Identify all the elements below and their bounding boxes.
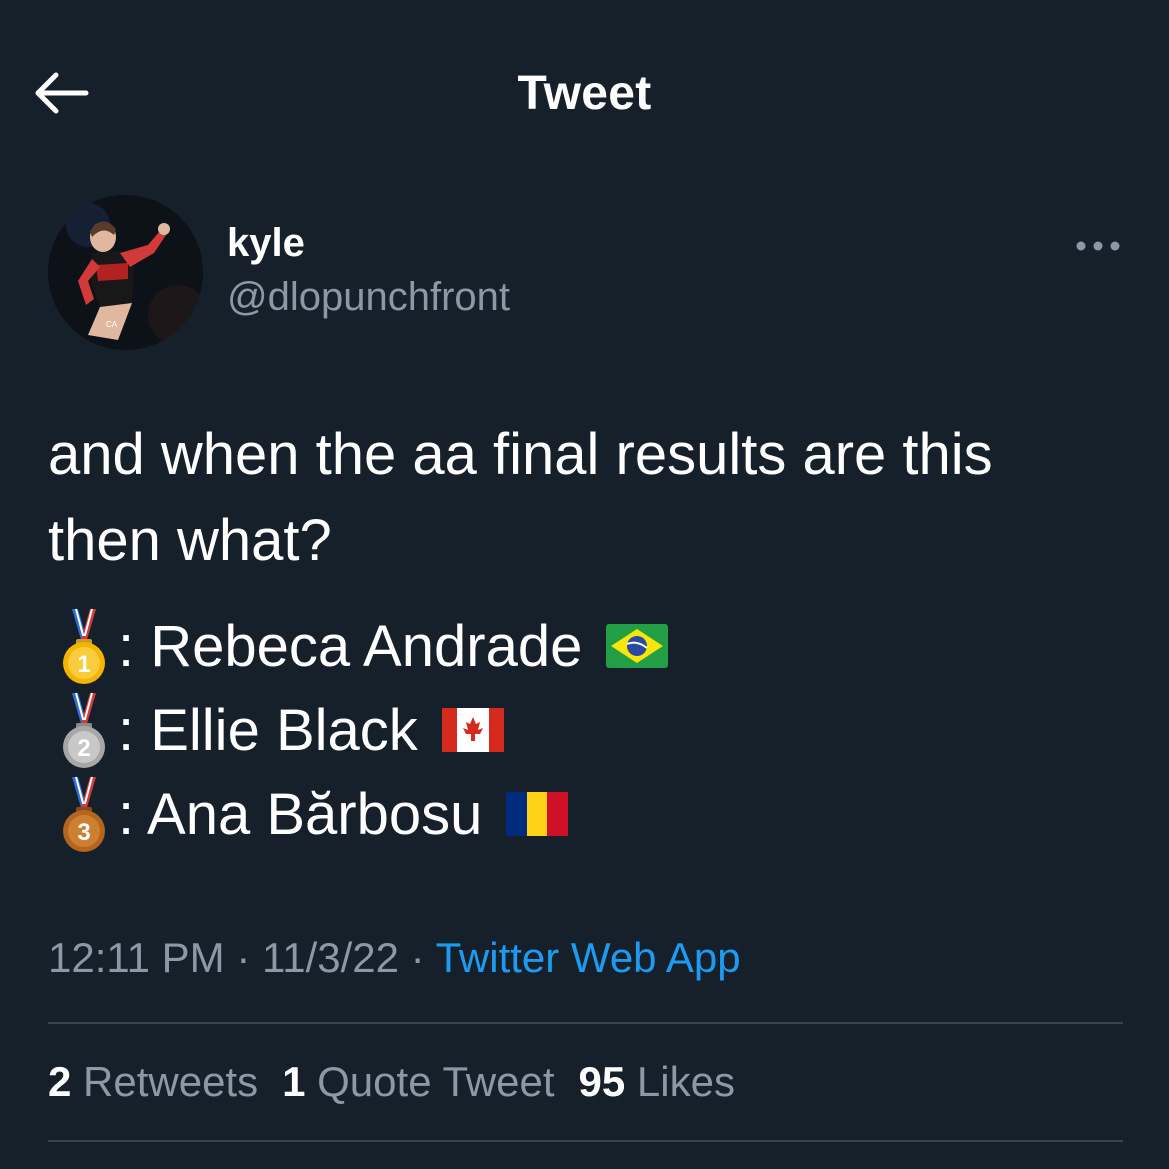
result-row-gold: 1 : Rebeca Andrade (48, 604, 1128, 688)
results-list: 1 : Rebeca Andrade 2: Ellie Black 3: A… (48, 604, 1128, 856)
quote-tweets-stat[interactable]: 1 Quote Tweet (282, 1058, 554, 1105)
likes-count: 95 (578, 1058, 626, 1105)
tweet-detail-page: Tweet CA kyle @dlopunchfront and when th… (0, 0, 1169, 1169)
tweet-time[interactable]: 12:11 PM (48, 934, 225, 981)
avatar-image: CA (48, 195, 203, 350)
result-row-silver: 2 : Ellie Black (48, 688, 1128, 772)
divider (48, 1140, 1123, 1142)
tweet-date[interactable]: 11/3/22 (262, 934, 399, 981)
brazil-flag-icon (606, 624, 669, 668)
divider (48, 1022, 1123, 1024)
2nd-place-medal-icon: 2 (58, 691, 110, 769)
quotes-count: 1 (282, 1058, 306, 1105)
canada-flag-icon (441, 708, 504, 752)
likes-label: Likes (625, 1058, 735, 1105)
tweet-source-link[interactable]: Twitter Web App (436, 934, 741, 981)
svg-text:CA: CA (106, 320, 118, 329)
svg-text:3: 3 (77, 819, 90, 846)
retweets-stat[interactable]: 2 Retweets (48, 1058, 258, 1105)
tweet-stats: 2 Retweets 1 Quote Tweet 95 Likes (48, 1058, 759, 1106)
more-options-button[interactable] (1073, 231, 1123, 261)
header: Tweet (0, 0, 1169, 185)
quotes-label: Quote Tweet (305, 1058, 555, 1105)
retweets-count: 2 (48, 1058, 72, 1105)
user-handle[interactable]: @dlopunchfront (227, 275, 510, 320)
page-title: Tweet (517, 67, 652, 120)
more-icon (1076, 241, 1120, 251)
meta-separator: · (224, 934, 262, 981)
likes-stat[interactable]: 95 Likes (579, 1058, 735, 1105)
svg-text:1: 1 (77, 651, 90, 678)
result-row-bronze: 3 : Ana Bărbosu (48, 772, 1128, 856)
result-text: : Rebeca Andrade (118, 613, 583, 679)
avatar[interactable]: CA (48, 195, 203, 350)
tweet-meta: 12:11 PM · 11/3/22 · Twitter Web App (48, 934, 741, 982)
romania-flag-icon (506, 792, 569, 836)
tweet-text-line: then what? (48, 508, 332, 573)
tweet-body: and when the aa final results are this t… (48, 412, 1128, 856)
svg-text:2: 2 (77, 735, 90, 762)
result-text: : Ana Bărbosu (118, 781, 483, 847)
retweets-label: Retweets (71, 1058, 259, 1105)
3rd-place-medal-icon: 3 (58, 775, 110, 853)
result-text: : Ellie Black (118, 697, 418, 763)
tweet-author: CA kyle @dlopunchfront (48, 195, 1123, 355)
tweet-text-line: and when the aa final results are this (48, 422, 993, 487)
tweet-text: and when the aa final results are this t… (48, 412, 1128, 584)
1st-place-medal-icon: 1 (58, 607, 110, 685)
meta-separator: · (399, 934, 436, 981)
display-name[interactable]: kyle (227, 221, 305, 266)
